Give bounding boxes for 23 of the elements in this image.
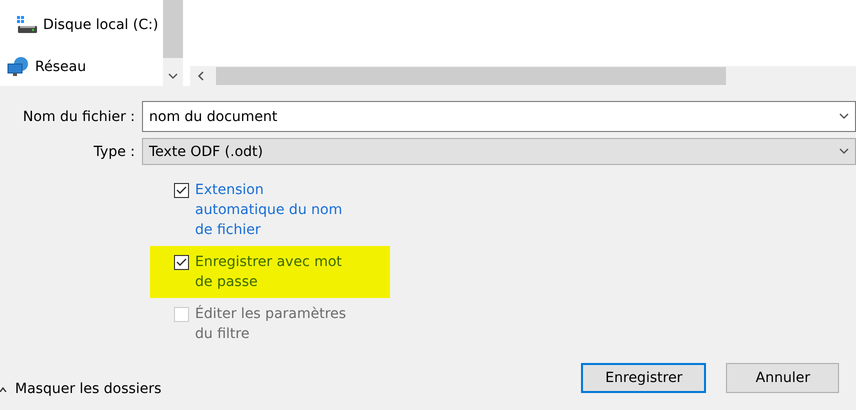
scrollbar-thumb[interactable] <box>163 0 183 58</box>
navigation-item[interactable]: Disque local (C:) <box>0 14 163 36</box>
network-icon <box>7 57 29 77</box>
navigation-item[interactable]: Réseau <box>0 56 163 78</box>
checkbox[interactable] <box>174 255 189 270</box>
save-button[interactable]: Enregistrer <box>581 363 706 393</box>
type-dropdown[interactable]: Texte ODF (.odt) <box>142 138 856 165</box>
caret-up-icon <box>0 386 7 392</box>
scroll-down-icon <box>168 72 178 80</box>
checkbox-label: Enregistrer avec mot de passe <box>195 253 343 292</box>
scroll-left-icon <box>196 71 204 81</box>
hide-folders-button[interactable]: Masquer les dossiers <box>0 381 162 397</box>
filename-field[interactable]: nom du document <box>142 101 856 132</box>
checkbox-label: Éditer les paramètres du filtre <box>195 304 348 344</box>
chevron-down-icon <box>839 148 849 155</box>
checkbox[interactable] <box>174 183 189 198</box>
field-label: Nom du fichier : <box>22 108 136 124</box>
field-label: Type : <box>92 144 136 160</box>
scrollbar-thumb[interactable] <box>216 67 726 85</box>
chevron-down-icon <box>839 113 849 120</box>
cancel-button[interactable]: Annuler <box>726 363 840 393</box>
drive-icon <box>17 16 37 34</box>
checkbox-label: Extension automatique du nom de fichier <box>195 181 344 240</box>
